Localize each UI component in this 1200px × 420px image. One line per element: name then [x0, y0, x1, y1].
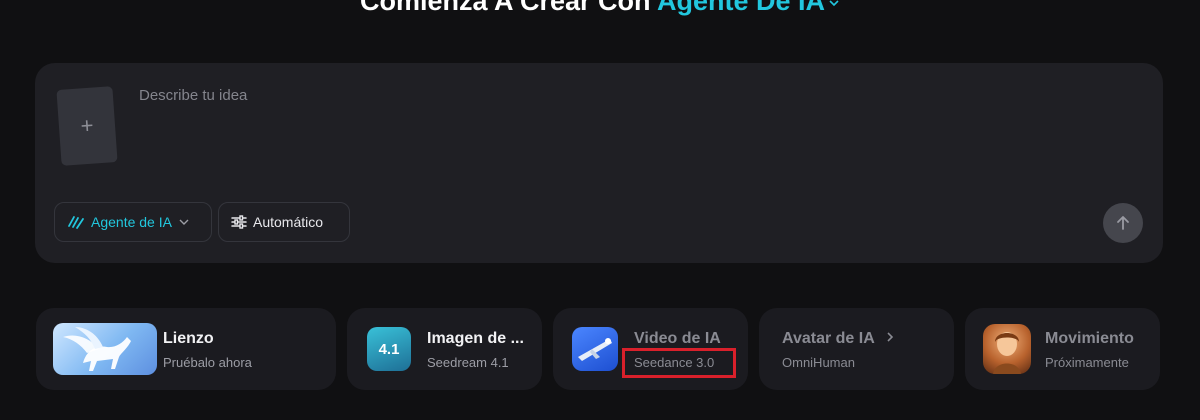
feature-subtitle: OmniHuman	[782, 355, 855, 370]
agent-mode-label: Agente de IA	[91, 214, 172, 230]
agent-mode-dropdown[interactable]: Agente de IA	[54, 202, 212, 242]
feature-card-avatar[interactable]: Avatar de IA OmniHuman	[759, 308, 954, 390]
arrow-up-icon	[1117, 216, 1129, 230]
feature-card-movimiento[interactable]: Movimiento Próximamente	[965, 308, 1160, 390]
auto-settings-button[interactable]: Automático	[218, 202, 350, 242]
feature-title-row: Avatar de IA	[782, 330, 895, 348]
heading-prefix: Comienza A Crear Con	[359, 0, 651, 16]
feature-title: Video de IA	[634, 330, 721, 347]
chevron-down-icon	[179, 219, 189, 225]
prompt-input[interactable]	[139, 83, 1039, 107]
seedream-icon: 4.1	[367, 327, 411, 371]
seedream-badge: 4.1	[378, 340, 400, 358]
feature-card-imagen[interactable]: 4.1 Imagen de ... Seedream 4.1	[347, 308, 542, 390]
sliders-icon	[231, 215, 247, 229]
feature-subtitle: Seedream 4.1	[427, 355, 509, 370]
agent-wave-icon	[68, 216, 84, 229]
feature-title: Avatar de IA	[782, 330, 875, 347]
chevron-right-icon	[887, 332, 893, 342]
feature-card-lienzo[interactable]: Lienzo Pruébalo ahora	[36, 308, 336, 390]
upload-reference-button[interactable]: +	[56, 86, 118, 166]
feature-subtitle: Próximamente	[1045, 355, 1129, 370]
auto-settings-label: Automático	[253, 214, 324, 230]
feature-subtitle: Pruébalo ahora	[163, 355, 252, 370]
highlight-annotation	[622, 348, 736, 378]
feature-title: Movimiento	[1045, 330, 1134, 347]
feature-title: Imagen de ...	[427, 330, 524, 347]
motion-avatar-thumbnail	[983, 324, 1031, 374]
heading-accent-text: Agente De IA	[657, 0, 826, 16]
heading-agent-dropdown[interactable]: Agente De IA	[657, 0, 840, 16]
seedance-icon	[572, 327, 618, 371]
chevron-down-icon	[829, 0, 839, 7]
page-heading: Comienza A Crear Con Agente De IA	[0, 0, 1200, 17]
feature-title: Lienzo	[163, 330, 214, 347]
pegasus-thumbnail	[53, 323, 157, 375]
send-button[interactable]	[1103, 203, 1143, 243]
plus-icon: +	[79, 112, 95, 139]
